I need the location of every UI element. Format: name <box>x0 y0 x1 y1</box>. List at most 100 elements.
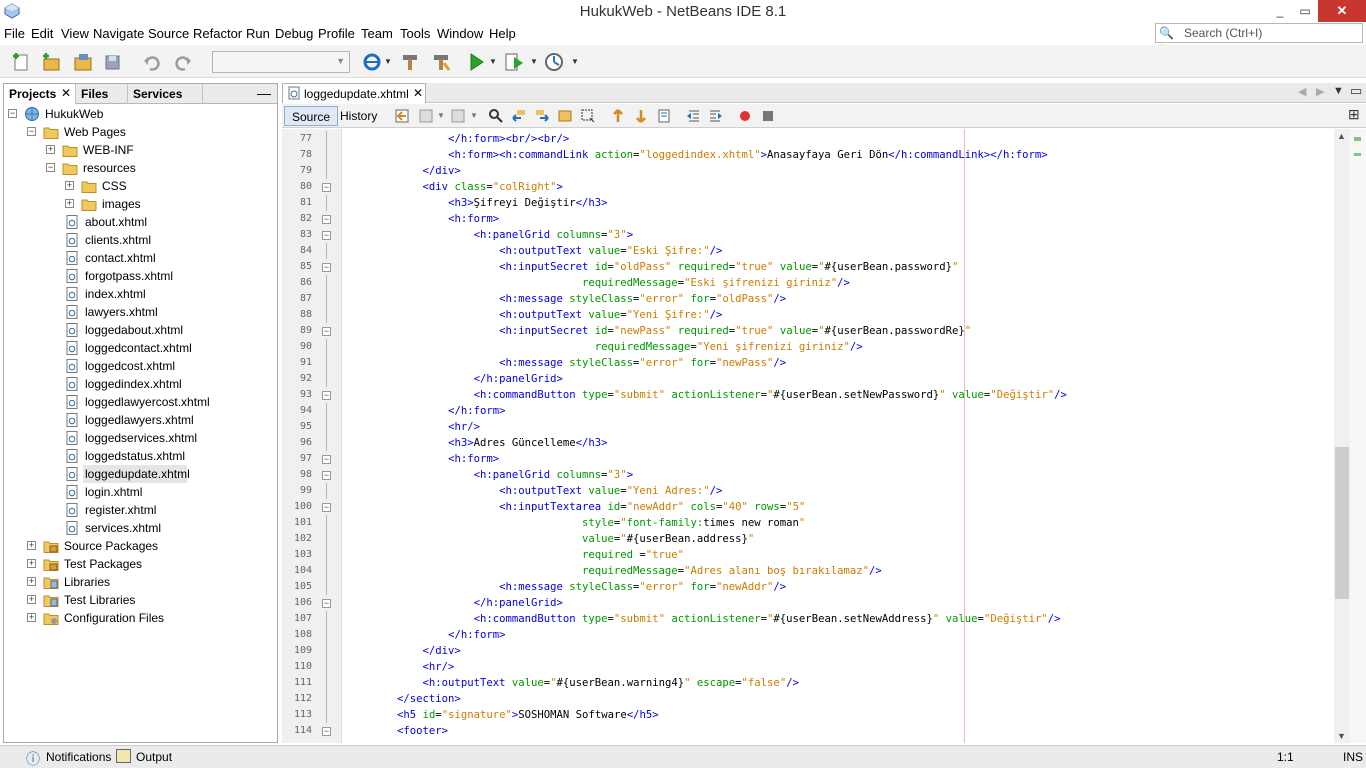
code-line[interactable]: </h:form> <box>346 627 505 643</box>
fold-collapse-icon[interactable]: − <box>322 231 331 240</box>
scroll-tabs-right-icon[interactable]: ▶ <box>1316 85 1324 98</box>
code-line[interactable]: </h:form> <box>346 403 505 419</box>
tab-services[interactable]: Services <box>128 84 203 104</box>
configuration-select[interactable]: ▼ <box>212 51 350 73</box>
tree-item[interactable]: register.xhtml <box>4 501 274 519</box>
code-line[interactable]: <h:form><h:commandLink action="loggedind… <box>346 147 1048 163</box>
tree-item[interactable]: loggedcost.xhtml <box>4 357 274 375</box>
menu-view[interactable]: View <box>61 26 89 41</box>
tree-item[interactable]: forgotpass.xhtml <box>4 267 274 285</box>
fold-collapse-icon[interactable]: − <box>322 471 331 480</box>
close-tab-icon[interactable]: ✕ <box>61 86 71 100</box>
output-button[interactable]: Output <box>136 750 172 764</box>
code-line[interactable]: </div> <box>346 643 461 659</box>
scroll-up-icon[interactable]: ▲ <box>1337 131 1346 141</box>
open-project-icon[interactable] <box>72 51 94 73</box>
scroll-down-icon[interactable]: ▼ <box>1337 731 1346 741</box>
maximize-window-button[interactable]: ▭ <box>1290 0 1320 22</box>
tree-item[interactable]: contact.xhtml <box>4 249 274 267</box>
debug-icon[interactable] <box>503 51 525 73</box>
forward-dropdown-icon[interactable]: ▼ <box>470 111 478 120</box>
profile-icon[interactable] <box>543 51 565 73</box>
menu-file[interactable]: File <box>4 26 25 41</box>
profile-dropdown-icon[interactable]: ▼ <box>571 57 579 66</box>
browser-icon[interactable] <box>361 51 383 73</box>
tree-item[interactable]: + Libraries <box>4 573 274 591</box>
menu-refactor[interactable]: Refactor <box>193 26 242 41</box>
redo-icon[interactable] <box>172 51 194 73</box>
tree-item[interactable]: clients.xhtml <box>4 231 274 249</box>
menu-tools[interactable]: Tools <box>400 26 430 41</box>
fold-collapse-icon[interactable]: − <box>322 215 331 224</box>
collapse-icon[interactable]: − <box>46 163 55 172</box>
expand-icon[interactable]: + <box>65 199 74 208</box>
find-next-icon[interactable] <box>534 108 550 124</box>
stop-macro-recording-icon[interactable] <box>760 108 776 124</box>
menu-edit[interactable]: Edit <box>31 26 53 41</box>
code-line[interactable]: <h:inputSecret id="oldPass" required="tr… <box>346 259 958 275</box>
fold-collapse-icon[interactable]: − <box>322 391 331 400</box>
show-opened-documents-icon[interactable]: ▼ <box>1333 85 1344 97</box>
tree-item[interactable]: + CSS <box>4 177 274 195</box>
expand-icon[interactable]: + <box>27 541 36 550</box>
tree-item[interactable]: − Web Pages <box>4 123 274 141</box>
code-line[interactable]: </div> <box>346 163 461 179</box>
collapse-icon[interactable]: − <box>27 127 36 136</box>
close-window-button[interactable]: ✕ <box>1318 0 1366 22</box>
code-line[interactable]: <h:message styleClass="error" for="newAd… <box>346 579 786 595</box>
collapse-icon[interactable]: − <box>8 109 17 118</box>
fold-collapse-icon[interactable]: − <box>322 503 331 512</box>
tab-loggedupdate[interactable]: loggedupdate.xhtml ✕ <box>282 83 426 103</box>
scrollbar-thumb[interactable] <box>1335 447 1349 599</box>
output-icon[interactable] <box>116 749 131 763</box>
tree-item[interactable]: services.xhtml <box>4 519 274 537</box>
tree-item[interactable]: loggedservices.xhtml <box>4 429 274 447</box>
code-line[interactable]: <div class="colRight"> <box>346 179 563 195</box>
code-line[interactable]: style="font-family:times new roman" <box>346 515 805 531</box>
code-line[interactable]: requiredMessage="Adres alanı boş bırakıl… <box>346 563 882 579</box>
new-file-icon[interactable] <box>10 51 32 73</box>
tree-item[interactable]: + images <box>4 195 274 213</box>
code-line[interactable]: <h:commandButton type="submit" actionLis… <box>346 387 1067 403</box>
menu-debug[interactable]: Debug <box>275 26 313 41</box>
tree-item[interactable]: loggedabout.xhtml <box>4 321 274 339</box>
tree-item[interactable]: + Source Packages <box>4 537 274 555</box>
new-project-icon[interactable] <box>40 51 62 73</box>
run-icon[interactable] <box>465 51 487 73</box>
menu-help[interactable]: Help <box>489 26 516 41</box>
code-line[interactable]: </h:panelGrid> <box>346 595 563 611</box>
tab-files[interactable]: Files <box>76 84 128 104</box>
expand-icon[interactable]: + <box>27 613 36 622</box>
fold-collapse-icon[interactable]: − <box>322 599 331 608</box>
tree-item[interactable]: + WEB-INF <box>4 141 274 159</box>
fold-collapse-icon[interactable]: − <box>322 727 331 736</box>
code-line[interactable]: <h:outputText value="Yeni Adres:"/> <box>346 483 722 499</box>
code-line[interactable]: <h:panelGrid columns="3"> <box>346 467 634 483</box>
debug-dropdown-icon[interactable]: ▼ <box>530 57 538 66</box>
expand-icon[interactable]: + <box>27 577 36 586</box>
code-line[interactable]: </section> <box>346 691 461 707</box>
back-icon[interactable] <box>418 108 434 124</box>
code-line[interactable]: <h:message styleClass="error" for="newPa… <box>346 355 786 371</box>
menu-source[interactable]: Source <box>148 26 189 41</box>
split-editor-icon[interactable]: ⊞ <box>1348 106 1360 123</box>
tree-item[interactable]: + Test Libraries <box>4 591 274 609</box>
vertical-scrollbar[interactable]: ▲ ▼ <box>1334 129 1350 743</box>
code-line[interactable]: requiredMessage="Eski şifrenizi giriniz"… <box>346 275 850 291</box>
notifications-button[interactable]: Notifications <box>46 750 111 764</box>
tree-item[interactable]: index.xhtml <box>4 285 274 303</box>
expand-icon[interactable]: + <box>65 181 74 190</box>
expand-icon[interactable]: + <box>46 145 55 154</box>
last-edit-icon[interactable] <box>394 108 410 124</box>
save-all-icon[interactable] <box>102 51 124 73</box>
clean-build-icon[interactable] <box>430 51 452 73</box>
menu-run[interactable]: Run <box>246 26 270 41</box>
warning-marker[interactable] <box>1354 153 1361 156</box>
code-line[interactable]: <h:inputSecret id="newPass" required="tr… <box>346 323 971 339</box>
code-line[interactable]: </h:form><br/><br/> <box>346 131 569 147</box>
toggle-bookmark-icon[interactable] <box>656 108 672 124</box>
search-icon[interactable]: 🔍▾ <box>1159 26 1179 54</box>
code-line[interactable]: <h:message styleClass="error" for="oldPa… <box>346 291 786 307</box>
tree-item[interactable]: lawyers.xhtml <box>4 303 274 321</box>
undo-icon[interactable] <box>141 51 163 73</box>
